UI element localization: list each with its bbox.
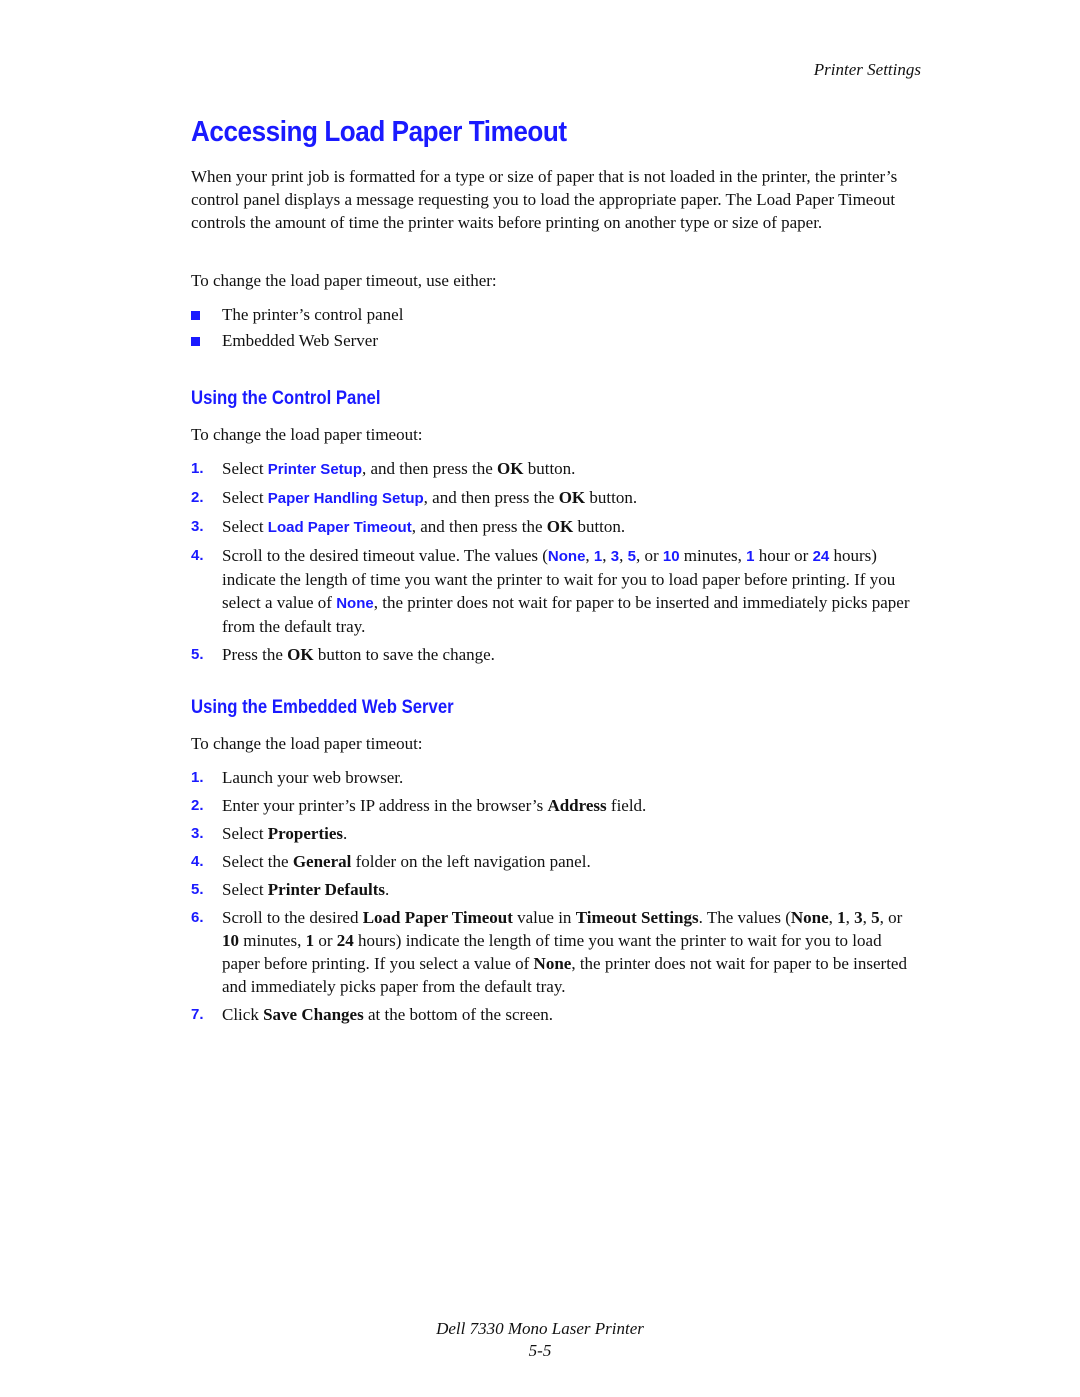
step-item: 4. Select the General folder on the left …	[191, 852, 591, 871]
methods-list: The printer’s control panel Embedded Web…	[191, 302, 403, 354]
methods-intro: To change the load paper timeout, use ei…	[191, 271, 497, 290]
web-server-intro: To change the load paper timeout:	[191, 734, 423, 753]
step-item: 7. Click Save Changes at the bottom of th…	[191, 1005, 554, 1024]
control-panel-steps: 1. Select Printer Setup, and then press t…	[191, 457, 921, 671]
menu-item-ref: Load Paper Timeout	[267, 519, 412, 536]
footer-product: Dell 7330 Mono Laser Printer	[436, 1319, 644, 1338]
intro-paragraph: When your print job is formatted for a t…	[191, 167, 898, 232]
step-item: 6. Scroll to the desired Load Paper Timeo…	[191, 908, 907, 996]
step-item: 1. Launch your web browser.	[191, 768, 404, 787]
step-item: 4. Scroll to the desired timeout value. T…	[191, 546, 910, 636]
step-item: 1. Select Printer Setup, and then press t…	[191, 459, 576, 478]
menu-item-ref: Paper Handling Setup	[267, 490, 424, 507]
step-item: 3. Select Properties.	[191, 824, 348, 843]
step-item: 5. Select Printer Defaults.	[191, 880, 390, 899]
section-heading-control-panel: Using the Control Panel	[191, 388, 381, 409]
section-heading-web-server: Using the Embedded Web Server	[191, 697, 454, 718]
list-item: Embedded Web Server	[191, 328, 403, 354]
page-footer: Dell 7330 Mono Laser Printer 5-5	[0, 1318, 1080, 1362]
step-item: 5. Press the OK button to save the change…	[191, 645, 495, 664]
list-item: The printer’s control panel	[191, 302, 403, 328]
menu-item-ref: Printer Setup	[267, 461, 362, 478]
page-number: 5-5	[528, 1341, 552, 1360]
page-title: Accessing Load Paper Timeout	[191, 116, 567, 148]
bullet-icon	[191, 310, 200, 320]
step-item: 3. Select Load Paper Timeout, and then pr…	[191, 517, 626, 536]
running-head: Printer Settings	[813, 60, 921, 79]
web-server-steps: 1. Launch your web browser. 2. Enter your …	[191, 766, 921, 1031]
step-item: 2. Enter your printer’s IP address in the…	[191, 796, 647, 815]
step-item: 2. Select Paper Handling Setup, and then …	[191, 488, 638, 507]
control-panel-intro: To change the load paper timeout:	[191, 425, 423, 444]
bullet-icon	[191, 336, 200, 346]
